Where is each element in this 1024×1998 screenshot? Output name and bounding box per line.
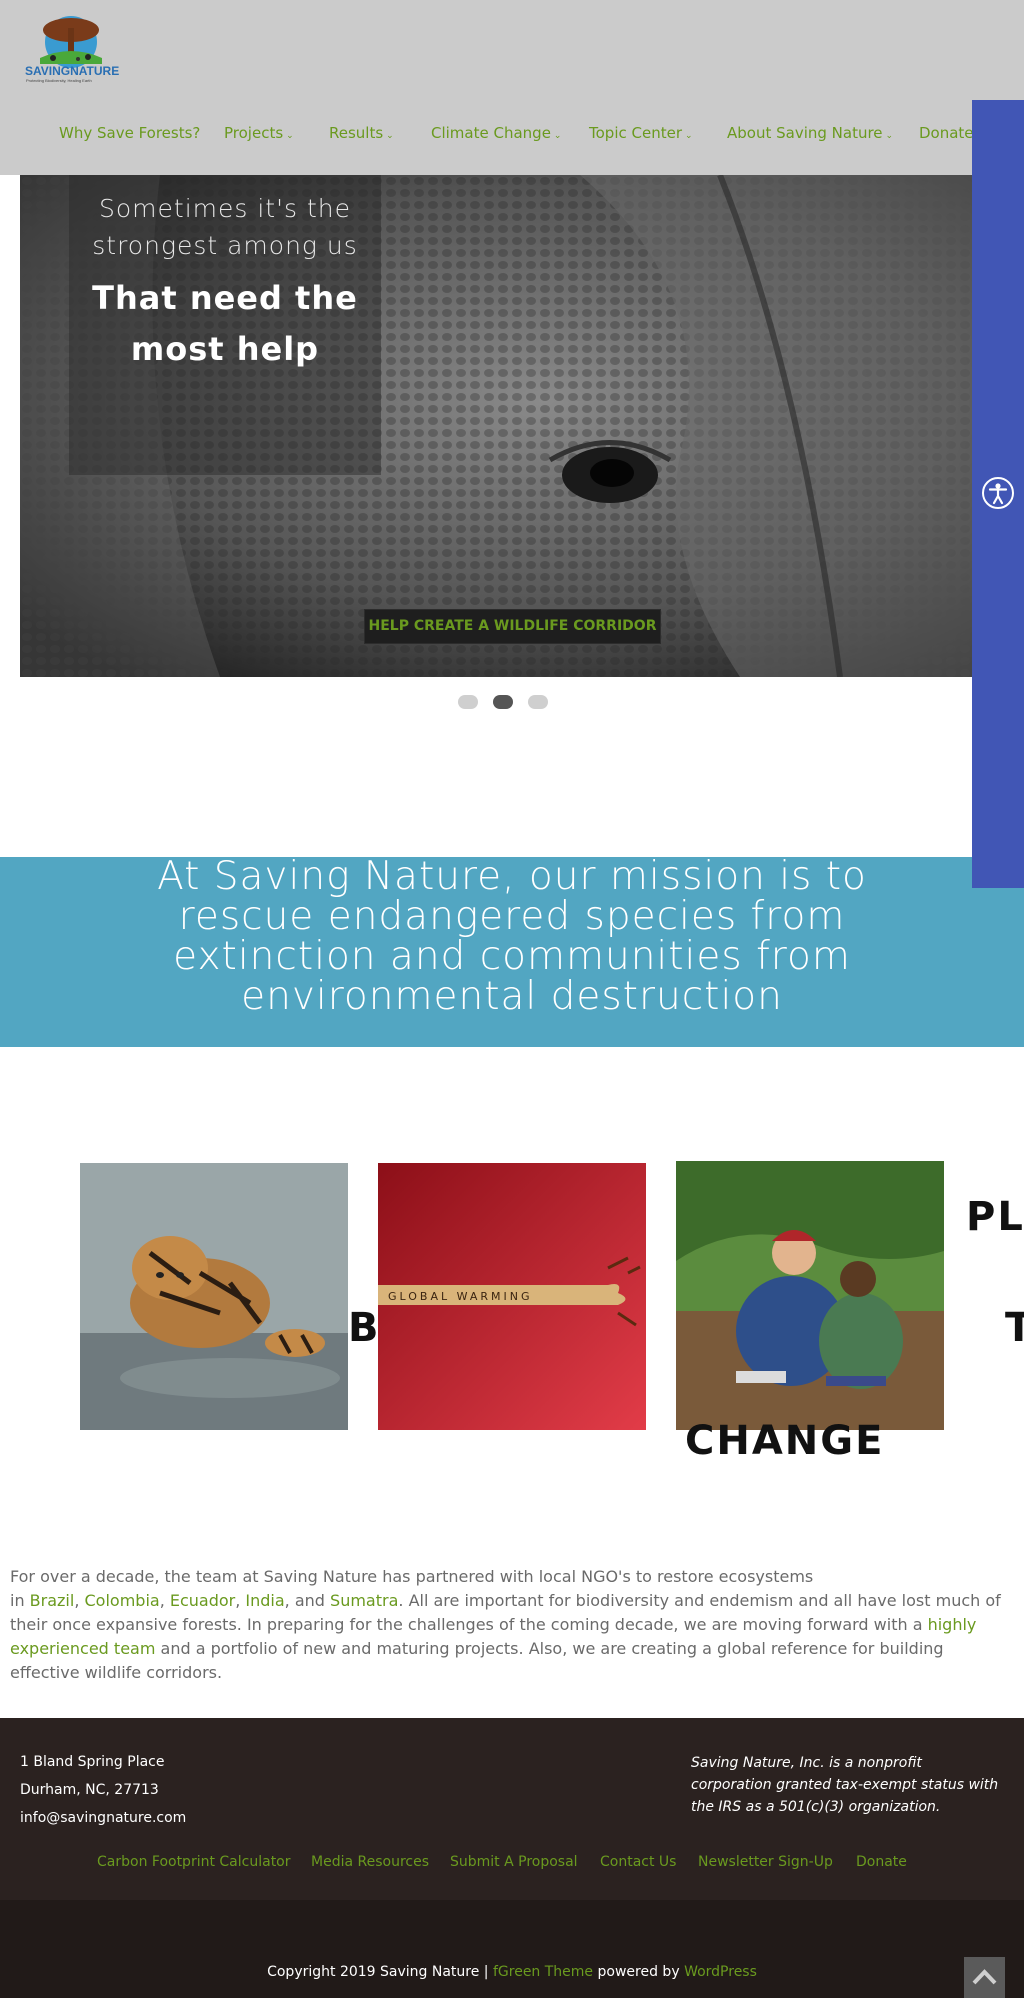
nonprofit-statement: Saving Nature, Inc. is a nonprofit corpo… [691, 1755, 999, 1815]
mission-banner: At Saving Nature, our mission is to resc… [0, 857, 1024, 1047]
footer-link-donate[interactable]: Donate [856, 1854, 907, 1870]
site-footer: 1 Bland Spring Place Durham, NC, 27713 i… [0, 1718, 1024, 1900]
chevron-down-icon: ⌄ [553, 131, 562, 141]
tree-planting-image [676, 1161, 944, 1430]
mission-statement: At Saving Nature, our mission is to resc… [157, 854, 867, 1019]
card-tree-planting[interactable] [676, 1161, 944, 1430]
copyright: Copyright 2019 Saving Nature | fGreen Th… [0, 1964, 1024, 1980]
global-warming-image-text: GLOBAL WARMING [388, 1290, 533, 1303]
address-line-1: 1 Bland Spring Place [20, 1754, 165, 1770]
slider-dot-2[interactable] [493, 695, 513, 709]
card-label-3-sub: CHANGE [685, 1418, 885, 1464]
nav-label: Results [329, 124, 384, 142]
main-nav: Why Save Forests? Projects ⌄ Results ⌄ Cli… [0, 124, 1000, 146]
chevron-down-icon: ⌄ [885, 131, 894, 141]
powered-by-text: powered by [593, 1964, 685, 1980]
link-colombia[interactable]: Colombia [85, 1591, 160, 1610]
copyright-text: Copyright 2019 Saving Nature | [267, 1964, 493, 1980]
site-header: SAVINGNATURE Protecting Biodiversity, He… [0, 0, 1024, 175]
link-india[interactable]: India [245, 1591, 284, 1610]
intro-text-2: in [10, 1591, 30, 1610]
intro-text-1: For over a decade, the team at Saving Na… [10, 1567, 814, 1586]
intro-and: and [294, 1591, 325, 1610]
address-line-2: Durham, NC, 27713 [20, 1782, 159, 1798]
nav-topic-center[interactable]: Topic Center ⌄ [589, 124, 693, 142]
saving-nature-logo[interactable]: SAVINGNATURE Protecting Biodiversity, He… [20, 14, 122, 86]
nav-label: About Saving Nature [727, 124, 883, 142]
hero-heading: That need the most help [92, 279, 358, 368]
footer-link-contact-us[interactable]: Contact Us [600, 1854, 676, 1870]
wordpress-link[interactable]: WordPress [684, 1964, 757, 1980]
card-label-1: B [348, 1305, 381, 1351]
footer-links: Carbon Footprint Calculator Media Resour… [0, 1854, 1024, 1874]
footer-link-submit-a-proposal[interactable]: Submit A Proposal [450, 1854, 578, 1870]
scroll-to-top-button[interactable] [964, 1957, 1005, 1998]
link-brazil[interactable]: Brazil [30, 1591, 75, 1610]
accessibility-sidebar [972, 100, 1024, 888]
logo-wordmark: SAVINGNATURE [25, 64, 120, 78]
global-warming-image: GLOBAL WARMING [378, 1163, 646, 1430]
theme-link[interactable]: fGreen Theme [493, 1964, 593, 1980]
footer-address: 1 Bland Spring Place Durham, NC, 27713 i… [20, 1748, 186, 1832]
chevron-up-icon [972, 1969, 997, 1985]
nav-donate[interactable]: Donate [919, 124, 974, 142]
link-sumatra[interactable]: Sumatra [330, 1591, 398, 1610]
chevron-down-icon: ⌄ [684, 131, 693, 141]
nav-label: Topic Center [589, 124, 682, 142]
hero-slider: Sometimes it's the strongest among us Th… [20, 175, 972, 677]
nav-results[interactable]: Results ⌄ [329, 124, 394, 142]
nav-label: Projects [224, 124, 284, 142]
nav-about-saving-nature[interactable]: About Saving Nature ⌄ [727, 124, 893, 142]
nav-label: Why Save Forests? [59, 124, 201, 142]
card-label-3: PLA [966, 1194, 1024, 1240]
footer-link-newsletter-sign-up[interactable]: Newsletter Sign-Up [698, 1854, 833, 1870]
chevron-down-icon: ⌄ [286, 131, 294, 141]
intro-paragraph: For over a decade, the team at Saving Na… [10, 1567, 1001, 1682]
help-create-wildlife-corridor-button[interactable]: HELP CREATE A WILDLIFE CORRIDOR [364, 609, 661, 644]
accessibility-button[interactable] [982, 477, 1014, 509]
slider-dot-3[interactable] [528, 695, 548, 709]
contact-email[interactable]: info@savingnature.com [20, 1804, 186, 1832]
footer-link-media-resources[interactable]: Media Resources [311, 1854, 429, 1870]
nav-label: Climate Change [431, 124, 551, 142]
accessibility-icon [988, 483, 1008, 505]
chevron-down-icon: ⌄ [386, 131, 394, 141]
nav-climate-change[interactable]: Climate Change ⌄ [431, 124, 561, 142]
card-tiger-cub[interactable] [80, 1163, 348, 1430]
card-global-warming[interactable]: GLOBAL WARMING [378, 1163, 646, 1430]
tiger-cub-image [80, 1163, 348, 1430]
nav-label: Donate [919, 124, 974, 142]
link-ecuador[interactable]: Ecuador [170, 1591, 235, 1610]
nav-projects[interactable]: Projects ⌄ [224, 124, 294, 142]
hero-subheading: Sometimes it's the strongest among us [92, 194, 358, 260]
footer-link-carbon-footprint-calculator[interactable]: Carbon Footprint Calculator [97, 1854, 291, 1870]
logo-tagline: Protecting Biodiversity, Healing Earth [26, 78, 92, 83]
card-label-2: T [1005, 1305, 1024, 1351]
footer-bottom-bar: Copyright 2019 Saving Nature | fGreen Th… [0, 1900, 1024, 1998]
nav-why-save-forests[interactable]: Why Save Forests? [59, 124, 200, 142]
slider-dot-1[interactable] [458, 695, 478, 709]
